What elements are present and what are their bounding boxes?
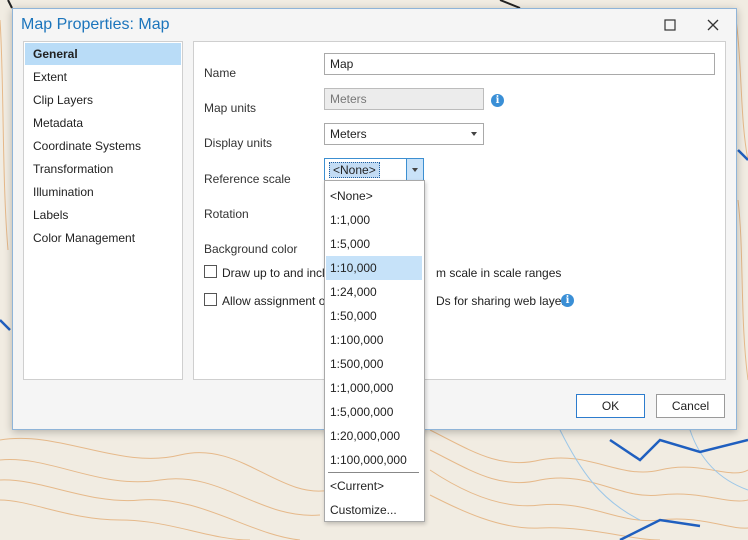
ok-button[interactable]: OK xyxy=(576,394,645,418)
dropdown-option[interactable]: 1:24,000 xyxy=(326,280,422,304)
dropdown-option-current[interactable]: <Current> xyxy=(326,474,422,498)
sidebar-item-general[interactable]: General xyxy=(25,43,181,65)
background-color-label: Background color xyxy=(204,242,298,256)
dropdown-option[interactable]: 1:5,000 xyxy=(326,232,422,256)
draw-scale-range-label-right: m scale in scale ranges xyxy=(436,266,562,280)
dropdown-option[interactable]: 1:5,000,000 xyxy=(326,400,422,424)
name-field[interactable]: Map xyxy=(324,53,715,75)
dialog-title: Map Properties: Map xyxy=(21,16,170,33)
dropdown-option[interactable]: 1:50,000 xyxy=(326,304,422,328)
display-units-value: Meters xyxy=(330,127,367,141)
name-label: Name xyxy=(204,66,237,80)
reference-scale-select[interactable]: <None> xyxy=(324,158,424,181)
sidebar-item-color-management[interactable]: Color Management xyxy=(25,227,181,249)
dropdown-option[interactable]: 1:100,000 xyxy=(326,328,422,352)
sidebar-item-metadata[interactable]: Metadata xyxy=(25,112,181,134)
dropdown-option[interactable]: 1:20,000,000 xyxy=(326,424,422,448)
reference-scale-dropdown-list: <None> 1:1,000 1:5,000 1:10,000 1:24,000… xyxy=(324,180,425,522)
draw-scale-range-checkbox[interactable] xyxy=(204,265,217,278)
allow-assignment-checkbox[interactable] xyxy=(204,293,217,306)
dropdown-option[interactable]: <None> xyxy=(326,184,422,208)
dropdown-option[interactable]: 1:10,000 xyxy=(326,256,422,280)
general-panel: Name Map Map units Meters i Display unit… xyxy=(193,41,726,380)
reference-scale-label: Reference scale xyxy=(204,172,291,186)
dropdown-divider xyxy=(328,472,419,473)
dropdown-option[interactable]: 1:500,000 xyxy=(326,352,422,376)
close-icon[interactable] xyxy=(699,13,727,37)
title-bar: Map Properties: Map xyxy=(13,9,736,41)
maximize-icon[interactable] xyxy=(656,13,684,37)
sidebar-item-illumination[interactable]: Illumination xyxy=(25,181,181,203)
display-units-select[interactable]: Meters xyxy=(324,123,484,145)
chevron-down-icon xyxy=(412,168,418,172)
sidebar-item-extent[interactable]: Extent xyxy=(25,66,181,88)
sidebar-nav: General Extent Clip Layers Metadata Coor… xyxy=(23,41,183,380)
dropdown-option[interactable]: 1:100,000,000 xyxy=(326,448,422,472)
info-icon[interactable]: i xyxy=(491,94,504,107)
chevron-down-icon xyxy=(471,132,477,136)
dropdown-option[interactable]: 1:1,000,000 xyxy=(326,376,422,400)
draw-scale-range-label-left: Draw up to and incl xyxy=(222,266,325,280)
sidebar-item-transformation[interactable]: Transformation xyxy=(25,158,181,180)
sidebar-item-clip-layers[interactable]: Clip Layers xyxy=(25,89,181,111)
allow-assignment-label-left: Allow assignment o xyxy=(222,294,326,308)
reference-scale-dropdown-button[interactable] xyxy=(406,159,423,180)
allow-assignment-label-right: Ds for sharing web layers xyxy=(436,294,572,308)
sidebar-item-labels[interactable]: Labels xyxy=(25,204,181,226)
display-units-label: Display units xyxy=(204,136,273,150)
cancel-button[interactable]: Cancel xyxy=(656,394,725,418)
map-units-label: Map units xyxy=(204,101,257,115)
sidebar-item-coordinate-systems[interactable]: Coordinate Systems xyxy=(25,135,181,157)
map-units-field: Meters xyxy=(324,88,484,110)
dropdown-option[interactable]: 1:1,000 xyxy=(326,208,422,232)
dropdown-option-customize[interactable]: Customize... xyxy=(326,498,422,522)
info-icon[interactable]: i xyxy=(561,294,574,307)
reference-scale-value: <None> xyxy=(329,162,380,178)
rotation-label: Rotation xyxy=(204,207,249,221)
